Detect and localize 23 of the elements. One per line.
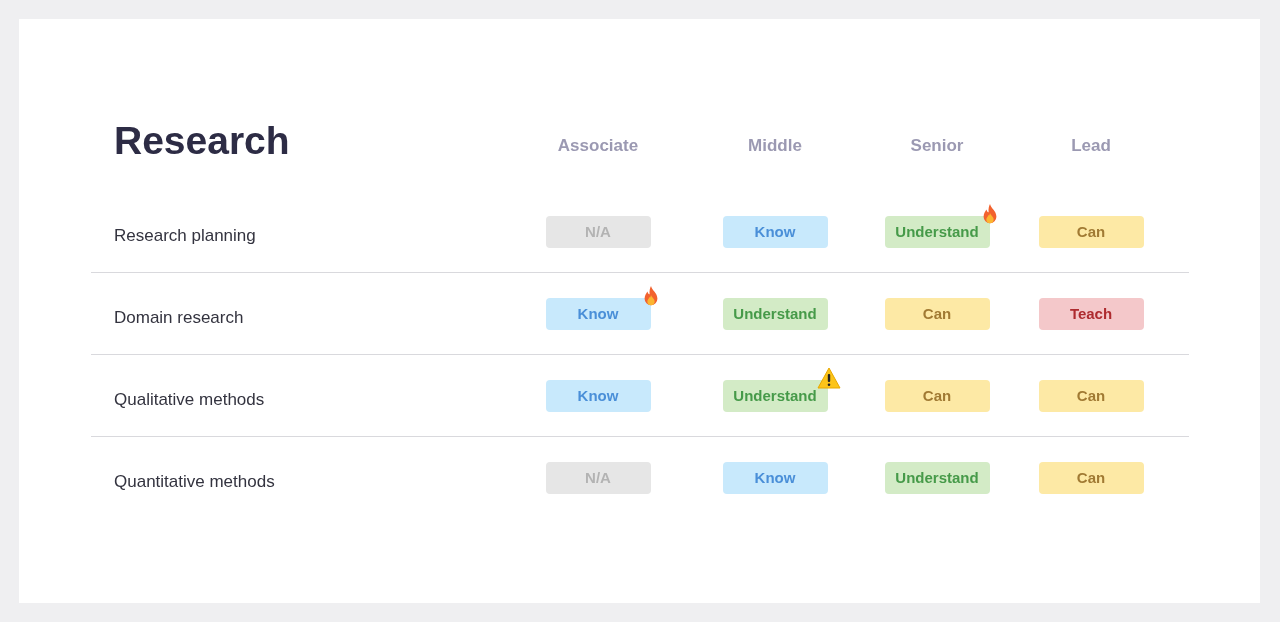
level-badge: Know <box>545 379 651 412</box>
column-header: Associate <box>556 135 640 156</box>
level-badge: Teach <box>1038 297 1144 330</box>
skill-label: Qualitative methods <box>113 389 266 410</box>
level-badge: Can <box>884 297 990 330</box>
level-badge: Can <box>1038 379 1144 412</box>
level-badge: Can <box>1038 461 1144 494</box>
column-header: Middle <box>747 135 803 156</box>
level-badge: Understand <box>884 461 990 494</box>
level-badge: Can <box>884 379 990 412</box>
level-badge: Can <box>1038 215 1144 248</box>
column-header: Lead <box>1070 135 1112 156</box>
level-badge: Understand <box>722 297 828 330</box>
skill-label: Quantitative methods <box>113 471 276 492</box>
level-badge: Know <box>722 461 828 494</box>
column-header: Senior <box>909 135 965 156</box>
level-badge: Understand <box>884 215 990 248</box>
skill-label: Domain research <box>113 307 245 328</box>
section-title: Research <box>114 119 291 163</box>
level-badge: Understand <box>722 379 828 412</box>
level-badge: Know <box>722 215 828 248</box>
level-badge: Know <box>545 297 651 330</box>
skill-label: Research planning <box>113 225 257 246</box>
